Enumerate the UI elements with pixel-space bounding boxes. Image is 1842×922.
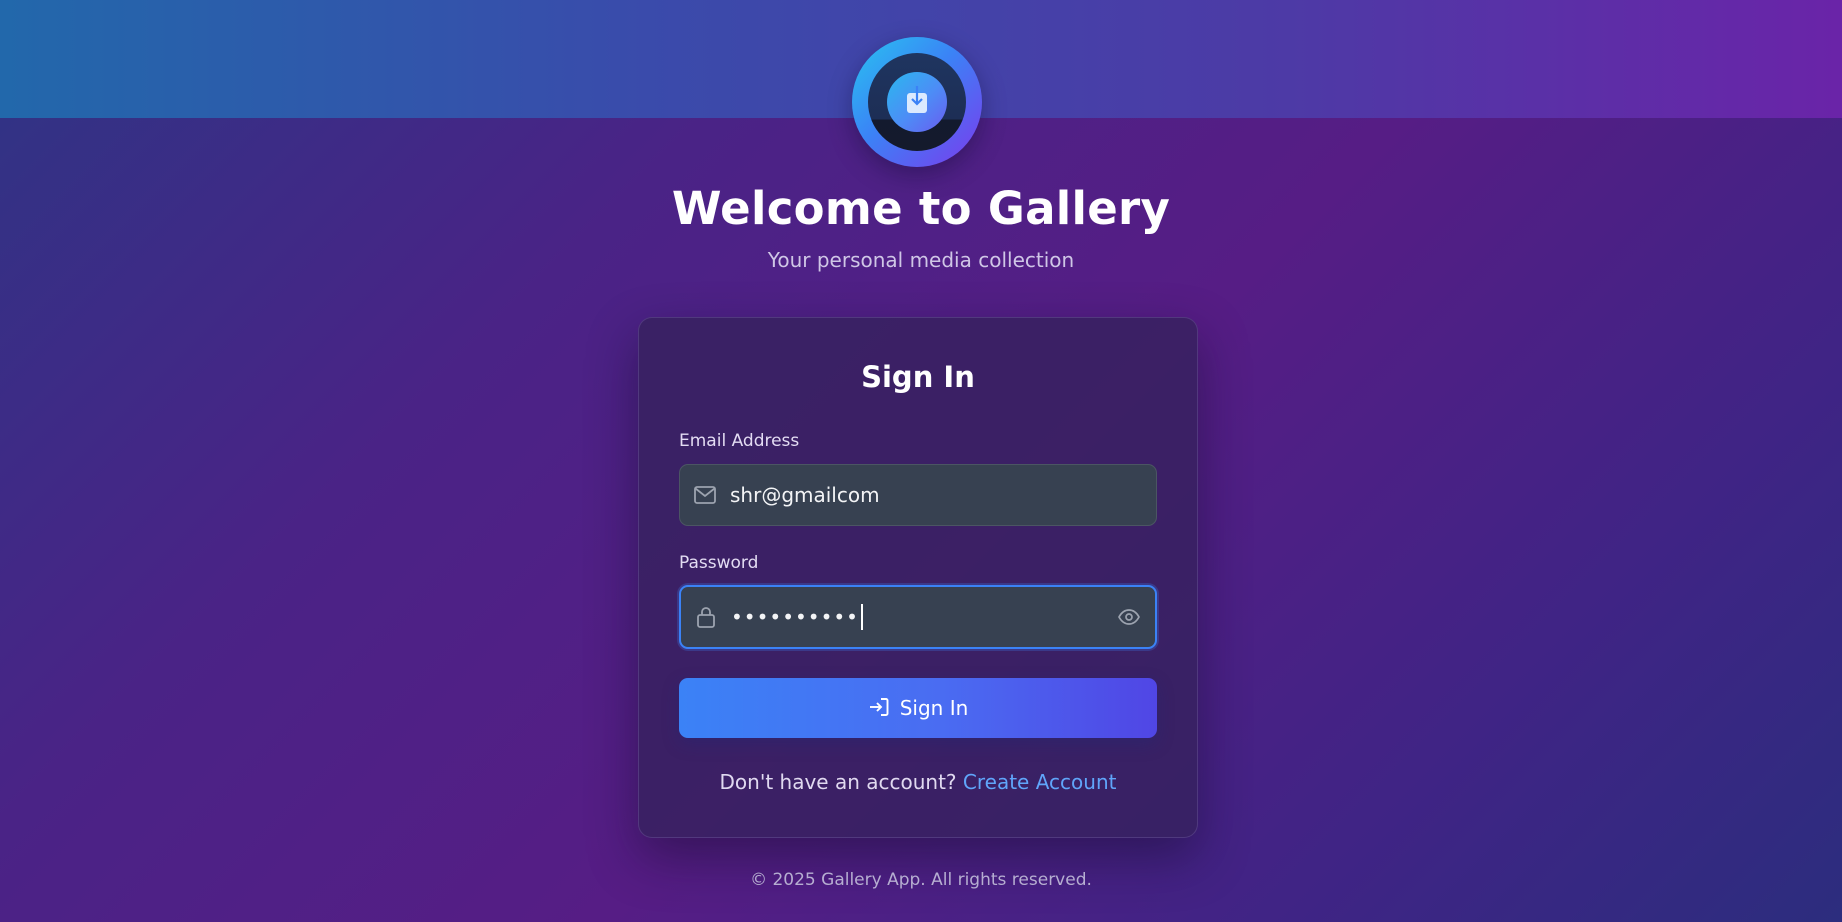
- email-input-value[interactable]: shr@gmailcom: [730, 483, 880, 507]
- lock-icon: [695, 606, 717, 628]
- text-caret: [860, 604, 863, 630]
- page-title: Welcome to Gallery: [671, 182, 1171, 235]
- app-logo: [852, 37, 982, 167]
- mail-icon: [694, 484, 716, 506]
- password-input-value[interactable]: ••••••••••: [731, 605, 859, 629]
- page-subtitle: Your personal media collection: [767, 248, 1075, 272]
- password-field[interactable]: ••••••••••: [679, 585, 1157, 649]
- login-arrow-icon: [868, 696, 890, 721]
- sign-in-button[interactable]: Sign In: [679, 678, 1157, 738]
- card-title: Sign In: [861, 360, 975, 394]
- sign-in-button-label: Sign In: [899, 696, 969, 720]
- email-field[interactable]: shr@gmailcom: [679, 464, 1157, 526]
- signin-card: Sign In Email Address shr@gmailcom Passw…: [638, 317, 1198, 838]
- signup-prompt: Don't have an account?: [719, 770, 963, 794]
- logo-core: [887, 72, 947, 132]
- logo-inner-ring: [868, 53, 966, 151]
- signup-row: Don't have an account? Create Account: [639, 770, 1197, 794]
- eye-icon[interactable]: [1117, 605, 1141, 629]
- password-label: Password: [679, 553, 759, 573]
- download-box-icon: [906, 86, 928, 118]
- footer-copyright: © 2025 Gallery App. All rights reserved.: [750, 870, 1092, 890]
- create-account-link[interactable]: Create Account: [963, 770, 1117, 794]
- email-label: Email Address: [679, 431, 800, 451]
